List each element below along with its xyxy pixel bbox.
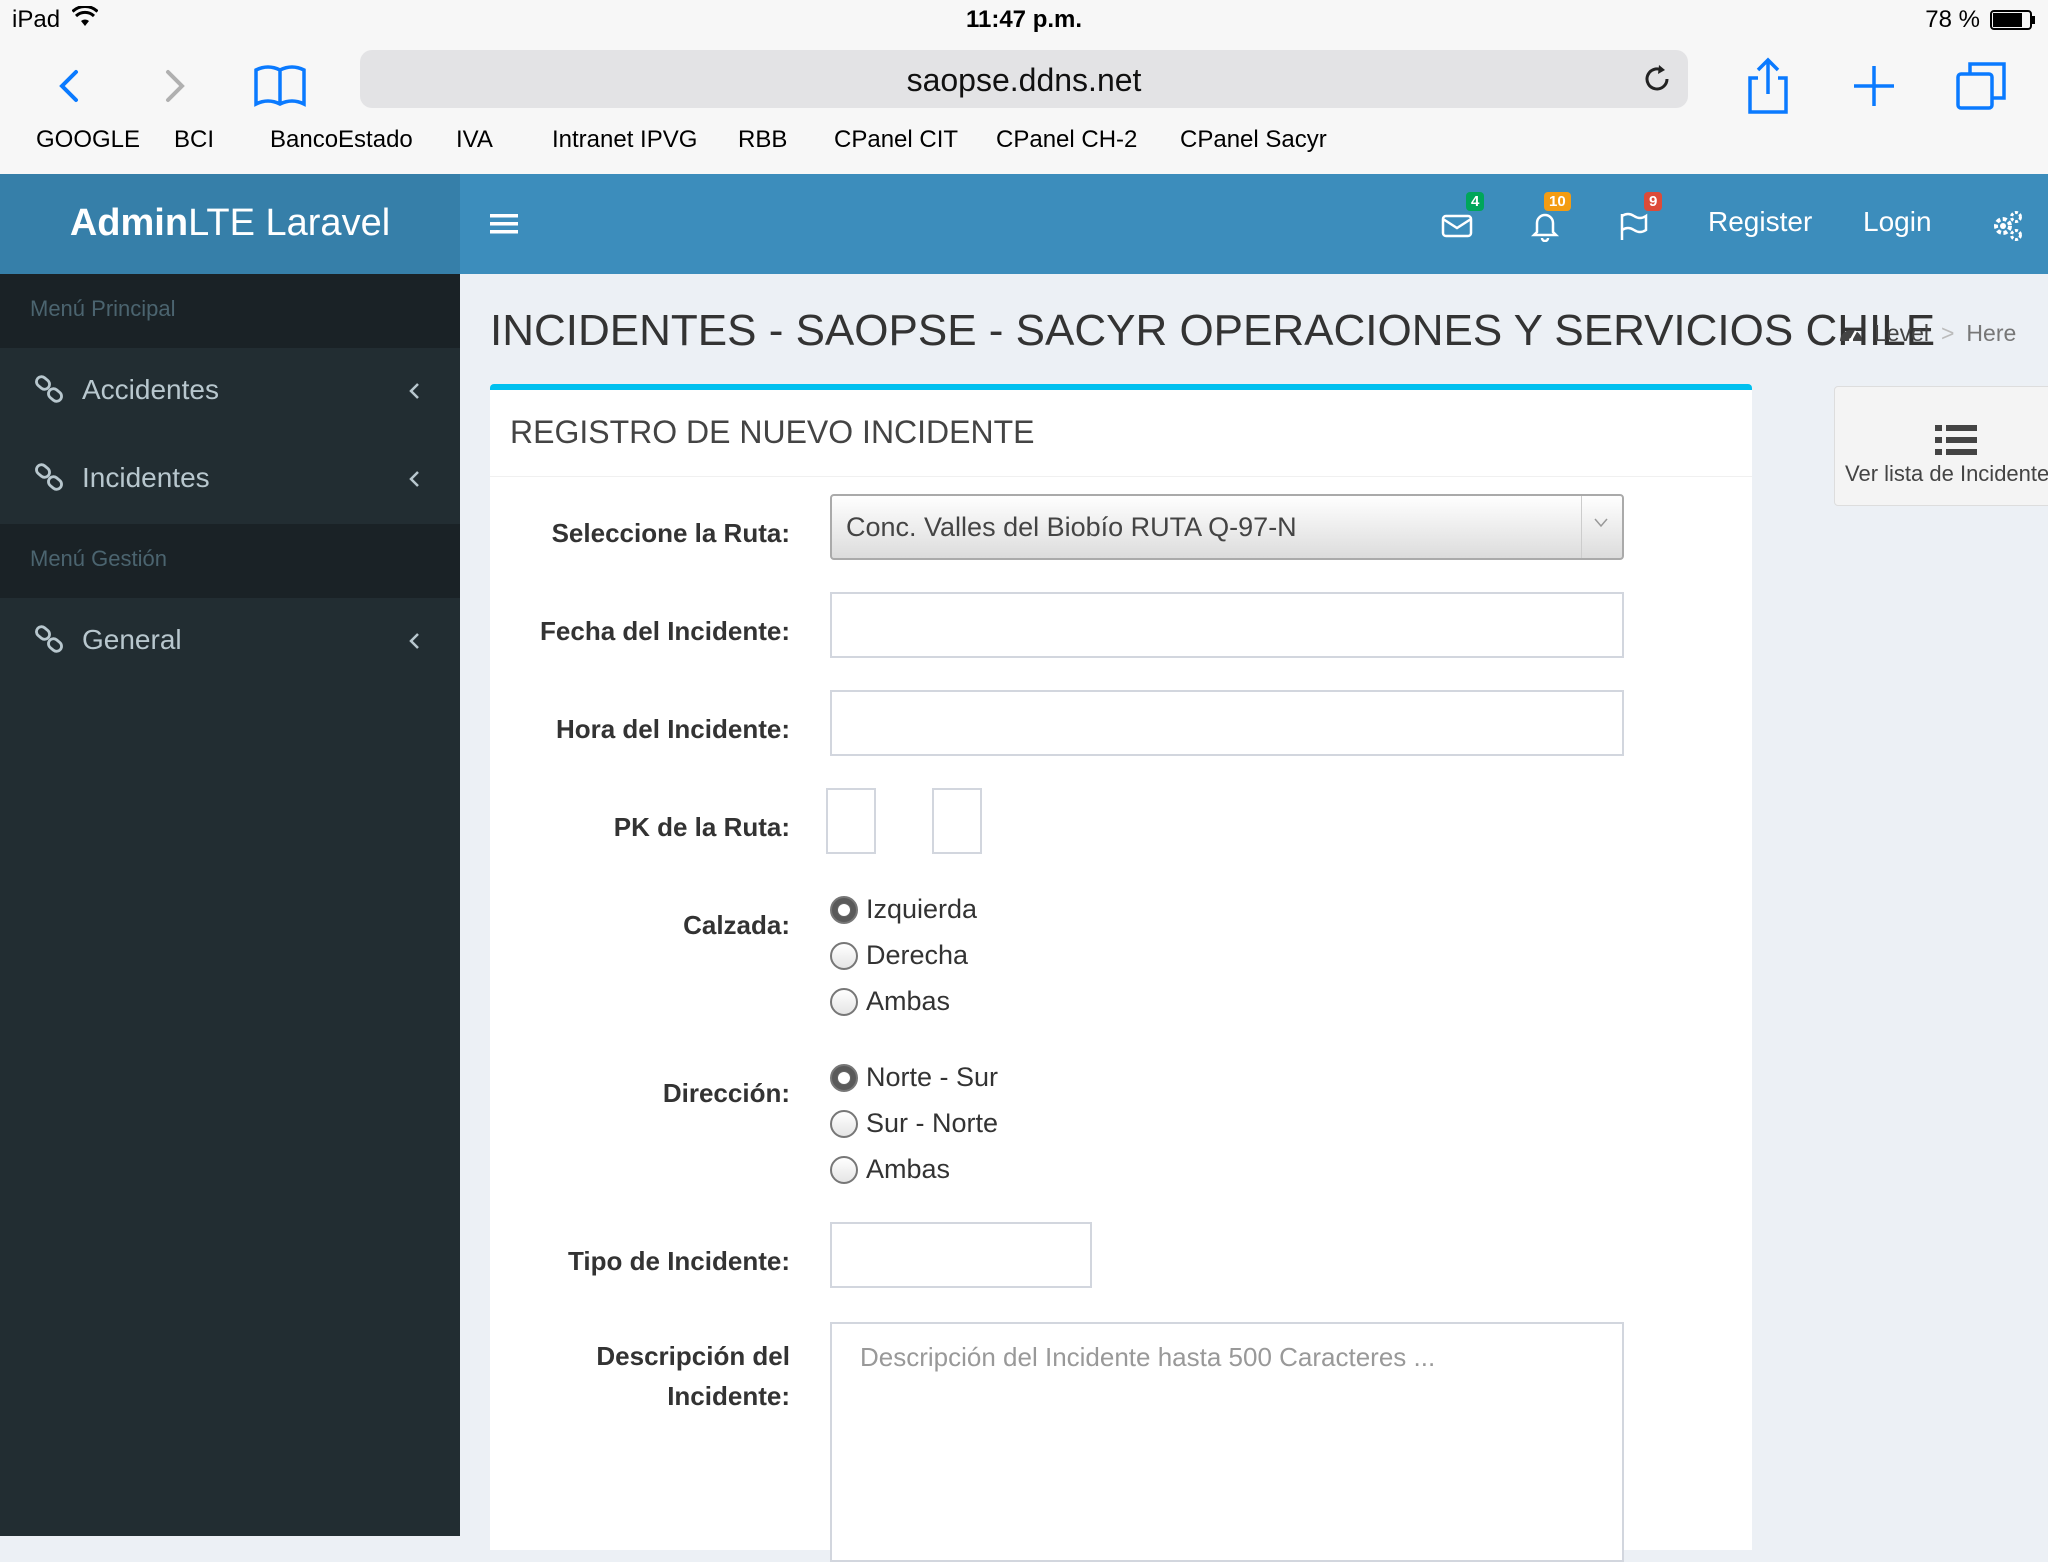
url-text: saopse.ddns.net bbox=[906, 62, 1142, 98]
radio-checked bbox=[830, 1064, 858, 1092]
pk-label: PK de la Ruta: bbox=[613, 812, 790, 842]
link-icon bbox=[35, 463, 63, 491]
breadcrumb-current: Here bbox=[1966, 320, 2017, 346]
messages-badge: 4 bbox=[1466, 192, 1485, 211]
bookmark-iva[interactable]: IVA bbox=[456, 126, 493, 154]
link-icon bbox=[35, 375, 63, 403]
address-bar[interactable]: saopse.ddns.net bbox=[360, 50, 1688, 108]
fecha-input[interactable] bbox=[830, 592, 1624, 658]
logo-bold: Admin bbox=[69, 202, 189, 244]
ruta-label: Seleccione la Ruta: bbox=[551, 518, 790, 548]
bookmark-bancoestado[interactable]: BancoEstado bbox=[270, 126, 413, 154]
ruta-select-value: Conc. Valles del Biobío RUTA Q-97-N bbox=[846, 512, 1297, 542]
fecha-label: Fecha del Incidente: bbox=[540, 616, 790, 646]
hamburger-menu-icon[interactable] bbox=[490, 212, 518, 236]
bookmark-rbb[interactable]: RBB bbox=[738, 126, 787, 154]
favorites-bar: GOOGLE BCI BancoEstado IVA Intranet IPVG… bbox=[0, 126, 2048, 170]
sidebar-item-label: Accidentes bbox=[82, 374, 219, 405]
sidebar-header-gestion-label: Menú Gestión bbox=[30, 546, 167, 571]
page-title: INCIDENTES - SAOPSE - SACYR OPERACIONES … bbox=[490, 306, 1936, 355]
breadcrumb: Level > Here bbox=[1838, 320, 2016, 347]
notifications-badge: 10 bbox=[1544, 192, 1571, 211]
register-link[interactable]: Register bbox=[1708, 206, 1812, 238]
breadcrumb-separator: > bbox=[1940, 320, 1955, 346]
bookmark-intranet[interactable]: Intranet IPVG bbox=[552, 126, 697, 154]
form-box: REGISTRO DE NUEVO INCIDENTE Seleccione l… bbox=[490, 384, 1752, 1562]
sidebar-item-accidentes[interactable]: Accidentes bbox=[0, 348, 460, 436]
app-logo[interactable]: AdminLTE Laravel bbox=[0, 174, 460, 274]
descripcion-label-line2: Incidente: bbox=[667, 1381, 790, 1411]
sidebar-header-main: Menú Principal bbox=[0, 274, 460, 348]
bookmark-cpanel-cit[interactable]: CPanel CIT bbox=[834, 126, 958, 154]
descripcion-textarea[interactable]: Descripción del Incidente hasta 500 Cara… bbox=[830, 1322, 1624, 1562]
dashboard-icon bbox=[1840, 330, 1862, 342]
bell-icon[interactable] bbox=[1528, 208, 1562, 242]
battery-percent: 78 % bbox=[1925, 6, 1980, 33]
list-icon bbox=[1935, 425, 1977, 455]
tipo-label: Tipo de Incidente: bbox=[568, 1246, 790, 1276]
back-icon[interactable] bbox=[38, 54, 102, 118]
reload-icon[interactable] bbox=[1640, 62, 1674, 96]
descripcion-placeholder: Descripción del Incidente hasta 500 Cara… bbox=[860, 1342, 1436, 1372]
chevron-left-icon bbox=[409, 471, 419, 487]
battery-icon bbox=[1990, 10, 2035, 30]
radio-label: Norte - Sur bbox=[866, 1062, 999, 1092]
descripcion-label: Descripción del Incidente: bbox=[510, 1336, 790, 1416]
bookmarks-icon[interactable] bbox=[248, 54, 312, 118]
hora-label: Hora del Incidente: bbox=[555, 714, 790, 744]
radio-unchecked bbox=[830, 942, 858, 970]
descripcion-label-line1: Descripción del bbox=[596, 1341, 790, 1371]
ruta-select[interactable]: Conc. Valles del Biobío RUTA Q-97-N bbox=[830, 494, 1624, 560]
tabs-icon[interactable] bbox=[1950, 54, 2014, 118]
sidebar-item-label: Incidentes bbox=[82, 462, 210, 493]
radio-label: Derecha bbox=[866, 940, 969, 970]
bookmark-cpanel-ch2[interactable]: CPanel CH-2 bbox=[996, 126, 1137, 154]
share-icon[interactable] bbox=[1736, 54, 1800, 118]
gears-icon[interactable] bbox=[1990, 208, 2024, 242]
radio-label: Ambas bbox=[866, 986, 951, 1016]
pk-m-input[interactable] bbox=[932, 788, 982, 854]
radio-label: Ambas bbox=[866, 1154, 951, 1184]
clock: 11:47 p.m. bbox=[965, 6, 1083, 33]
bookmark-google[interactable]: GOOGLE bbox=[36, 126, 140, 154]
new-tab-icon[interactable] bbox=[1842, 54, 1906, 118]
pk-km-input[interactable] bbox=[826, 788, 876, 854]
chevron-left-icon bbox=[409, 633, 419, 649]
sidebar-item-general[interactable]: General bbox=[0, 598, 460, 686]
link-icon bbox=[35, 625, 63, 653]
radio-unchecked bbox=[830, 1110, 858, 1138]
chevron-down-icon bbox=[1581, 496, 1622, 558]
bookmark-bci[interactable]: BCI bbox=[174, 126, 214, 154]
bookmark-cpanel-sacyr[interactable]: CPanel Sacyr bbox=[1180, 126, 1327, 154]
box-title: REGISTRO DE NUEVO INCIDENTE bbox=[510, 414, 1035, 450]
radio-label: Sur - Norte bbox=[866, 1108, 999, 1138]
sidebar: Menú Principal Accidentes Incidentes Men… bbox=[0, 274, 460, 1536]
ver-lista-label: Ver lista de Incidentes bbox=[1845, 461, 2048, 486]
browser-toolbar: saopse.ddns.net GOOGLE BCI BancoEstado I… bbox=[0, 40, 2048, 175]
flag-icon[interactable] bbox=[1616, 208, 1650, 242]
radio-unchecked bbox=[830, 988, 858, 1016]
sidebar-item-label: General bbox=[82, 624, 182, 655]
hora-input[interactable] bbox=[830, 690, 1624, 756]
sidebar-header-gestion: Menú Gestión bbox=[0, 524, 460, 598]
sidebar-item-incidentes[interactable]: Incidentes bbox=[0, 436, 460, 524]
top-navbar: 4 10 9 Register Login bbox=[460, 174, 2048, 274]
envelope-icon[interactable] bbox=[1440, 208, 1474, 242]
chevron-left-icon bbox=[409, 383, 419, 399]
radio-label: Izquierda bbox=[866, 894, 978, 924]
sidebar-header-main-label: Menú Principal bbox=[30, 296, 176, 321]
tasks-badge: 9 bbox=[1644, 192, 1663, 211]
logo-rest: LTE Laravel bbox=[188, 202, 391, 244]
radio-unchecked bbox=[830, 1156, 858, 1184]
direccion-label: Dirección: bbox=[662, 1078, 790, 1108]
login-link[interactable]: Login bbox=[1863, 206, 1932, 238]
box-divider bbox=[490, 476, 1752, 477]
tipo-incidente-select[interactable] bbox=[830, 1222, 1092, 1288]
ver-lista-incidentes-button[interactable]: Ver lista de Incidentes bbox=[1834, 386, 2048, 506]
calzada-label: Calzada: bbox=[683, 910, 790, 940]
breadcrumb-level[interactable]: Level bbox=[1874, 320, 1929, 346]
status-bar: iPad 11:47 p.m. 78 % bbox=[0, 0, 2048, 40]
forward-icon[interactable] bbox=[142, 54, 206, 118]
radio-checked bbox=[830, 896, 858, 924]
